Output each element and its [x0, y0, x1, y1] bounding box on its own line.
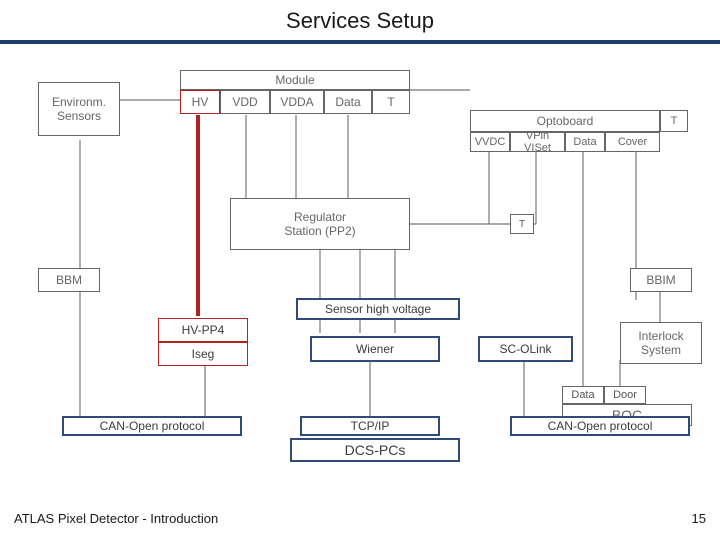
module-vdda: VDDA — [270, 90, 324, 114]
opto-vvdc: VVDC — [470, 132, 510, 152]
opto-t: T — [660, 110, 688, 132]
sc-olink: SC-OLink — [478, 336, 573, 362]
bbim: BBIM — [630, 268, 692, 292]
hv-pp4: HV-PP4 — [158, 318, 248, 342]
tcp-ip: TCP/IP — [300, 416, 440, 436]
bbm: BBM — [38, 268, 100, 292]
can-open-left: CAN-Open protocol — [62, 416, 242, 436]
sensor-hv-label: Sensor high voltage — [296, 298, 460, 320]
module-vdd: VDD — [220, 90, 270, 114]
module-data: Data — [324, 90, 372, 114]
can-open-right: CAN-Open protocol — [510, 416, 690, 436]
footer-left: ATLAS Pixel Detector - Introduction — [14, 511, 218, 526]
dcs-pcs: DCS-PCs — [290, 438, 460, 462]
boc-data: Data — [562, 386, 604, 404]
opto-vpin: VPin VISet — [510, 132, 565, 152]
iseg: Iseg — [158, 342, 248, 366]
interlock-system: Interlock System — [620, 322, 702, 364]
footer-right: 15 — [692, 511, 706, 526]
opto-cover: Cover — [605, 132, 660, 152]
reg-t: T — [510, 214, 534, 234]
opto-data: Data — [565, 132, 605, 152]
optoboard-header: Optoboard — [470, 110, 660, 132]
module-t: T — [372, 90, 410, 114]
module-hv: HV — [180, 90, 220, 114]
wiener: Wiener — [310, 336, 440, 362]
environm-sensors: Environm. Sensors — [38, 82, 120, 136]
regulator-station: Regulator Station (PP2) — [230, 198, 410, 250]
boc-door: Door — [604, 386, 646, 404]
module-header: Module — [180, 70, 410, 90]
